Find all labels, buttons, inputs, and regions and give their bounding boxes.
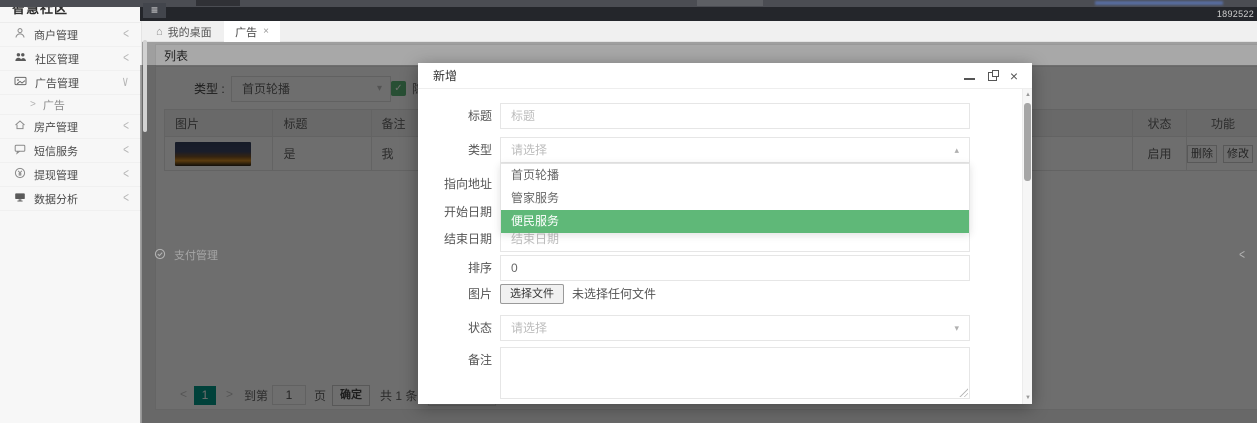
type-select-placeholder: 请选择	[511, 138, 547, 162]
chevron-left-icon: <	[123, 119, 129, 134]
close-tab-icon[interactable]: ×	[263, 26, 269, 37]
modal-titlebar: 新增 ×	[418, 63, 1032, 89]
chevron-left-icon: <	[123, 167, 129, 182]
sidebar-item-sms[interactable]: 短信服务 <	[0, 139, 141, 163]
browser-remnant	[697, 0, 763, 6]
dropdown-up-arrow-icon: ▴	[954, 138, 959, 162]
dropdown-option-carousel[interactable]: 首页轮播	[501, 164, 969, 187]
chevron-left-icon: <	[123, 143, 129, 158]
people-icon	[14, 51, 27, 66]
field-label-status: 状态	[418, 315, 492, 341]
type-dropdown-panel: 首页轮播 管家服务 便民服务	[500, 163, 970, 233]
sidebar-item-label: 数据分析	[34, 191, 78, 207]
scrollbar-thumb[interactable]	[1024, 103, 1031, 181]
sidebar-item-label: 短信服务	[34, 143, 78, 159]
field-label-sort: 排序	[418, 255, 492, 281]
file-status-text: 未选择任何文件	[572, 284, 656, 304]
sidebar-item-label: 支付管理	[174, 247, 218, 263]
sub-arrow-icon: >	[30, 99, 36, 110]
chevron-left-icon: <	[1239, 247, 1245, 262]
sidebar-scrollbar[interactable]	[143, 40, 147, 132]
field-label-remark: 备注	[418, 347, 492, 373]
field-label-type: 类型	[418, 137, 492, 163]
app-header: 1892522	[140, 7, 1257, 21]
chevron-left-icon: <	[123, 51, 129, 66]
home-outline-icon	[14, 119, 26, 134]
modal-scrollbar[interactable]: ▲ ▼	[1022, 89, 1032, 404]
scroll-down-icon[interactable]: ▼	[1024, 395, 1032, 401]
home-icon: ⌂	[156, 26, 163, 38]
image-icon	[14, 75, 27, 90]
hamburger-menu-icon[interactable]: ≡	[143, 3, 166, 18]
sidebar-item-label: 社区管理	[35, 51, 79, 67]
field-label-end-date: 结束日期	[418, 226, 492, 252]
browser-edge-strip	[0, 0, 1257, 7]
sidebar-item-analytics[interactable]: 数据分析 <	[0, 187, 141, 211]
coin-icon	[14, 167, 26, 182]
sidebar: 智慧社区 商户管理 < 支付管理 < 社区管理 < 广告管理 ∨	[0, 0, 142, 423]
field-label-url: 指向地址	[418, 171, 492, 197]
status-select[interactable]: 请选择 ▾	[500, 315, 970, 341]
field-label-image: 图片	[418, 284, 492, 304]
choose-file-button[interactable]: 选择文件	[500, 284, 564, 304]
dropdown-option-convenience[interactable]: 便民服务	[501, 210, 969, 233]
close-icon[interactable]: ×	[1010, 69, 1018, 83]
sidebar-subitem-ad[interactable]: > 广告	[0, 95, 141, 115]
sort-input[interactable]	[500, 255, 970, 281]
field-label-title: 标题	[418, 103, 492, 129]
remark-textarea[interactable]	[500, 347, 970, 399]
sidebar-item-community[interactable]: 社区管理 <	[0, 47, 141, 71]
message-icon	[14, 143, 26, 158]
title-input[interactable]	[500, 103, 970, 129]
sidebar-item-label: 提现管理	[34, 167, 78, 183]
monitor-icon	[14, 191, 26, 206]
sidebar-item-withdraw[interactable]: 提现管理 <	[0, 163, 141, 187]
tab-my-desktop[interactable]: ⌂ 我的桌面	[148, 21, 225, 42]
tab-ad-active[interactable]: 广告 ×	[224, 21, 280, 42]
chevron-left-icon: <	[123, 27, 129, 42]
type-select[interactable]: 请选择 ▴	[500, 137, 970, 163]
user-phone: 1892522	[1217, 7, 1254, 21]
sidebar-subitem-label: 广告	[43, 97, 65, 113]
sidebar-menu: 商户管理 < 支付管理 < 社区管理 < 广告管理 ∨ > 广告	[0, 22, 141, 211]
user-icon	[14, 27, 26, 42]
scroll-up-icon[interactable]: ▲	[1024, 92, 1032, 98]
check-circle-icon	[154, 248, 166, 263]
chevron-down-icon: ∨	[122, 75, 129, 90]
browser-remnant	[1095, 1, 1223, 5]
sidebar-item-property[interactable]: 房产管理 <	[0, 115, 141, 139]
maximize-icon[interactable]	[988, 72, 997, 81]
sidebar-item-label: 房产管理	[34, 119, 78, 135]
sidebar-item-label: 广告管理	[35, 75, 79, 91]
chevron-left-icon: <	[123, 191, 129, 206]
minimize-icon[interactable]	[964, 78, 975, 80]
tab-bar: ⌂ 我的桌面 广告 ×	[140, 21, 1257, 42]
app-root: 智慧社区 商户管理 < 支付管理 < 社区管理 < 广告管理 ∨	[0, 0, 1257, 423]
sidebar-item-label: 商户管理	[34, 27, 78, 43]
dropdown-arrow-icon: ▾	[954, 316, 959, 340]
add-new-modal: 新增 × 标题 类型 请选择 ▴ 指向地址 开始日期 结束日期 排序 图片 选择…	[418, 63, 1032, 404]
tab-label: 我的桌面	[168, 24, 212, 40]
sidebar-item-ads[interactable]: 广告管理 ∨	[0, 71, 141, 95]
sidebar-item-merchant[interactable]: 商户管理 <	[0, 23, 141, 47]
status-select-placeholder: 请选择	[511, 316, 547, 340]
modal-title: 新增	[433, 63, 457, 89]
tab-label: 广告	[235, 24, 257, 40]
dropdown-option-butler[interactable]: 管家服务	[501, 187, 969, 210]
browser-remnant	[196, 0, 240, 6]
field-label-start-date: 开始日期	[418, 199, 492, 225]
modal-window-controls: ×	[964, 63, 1018, 89]
